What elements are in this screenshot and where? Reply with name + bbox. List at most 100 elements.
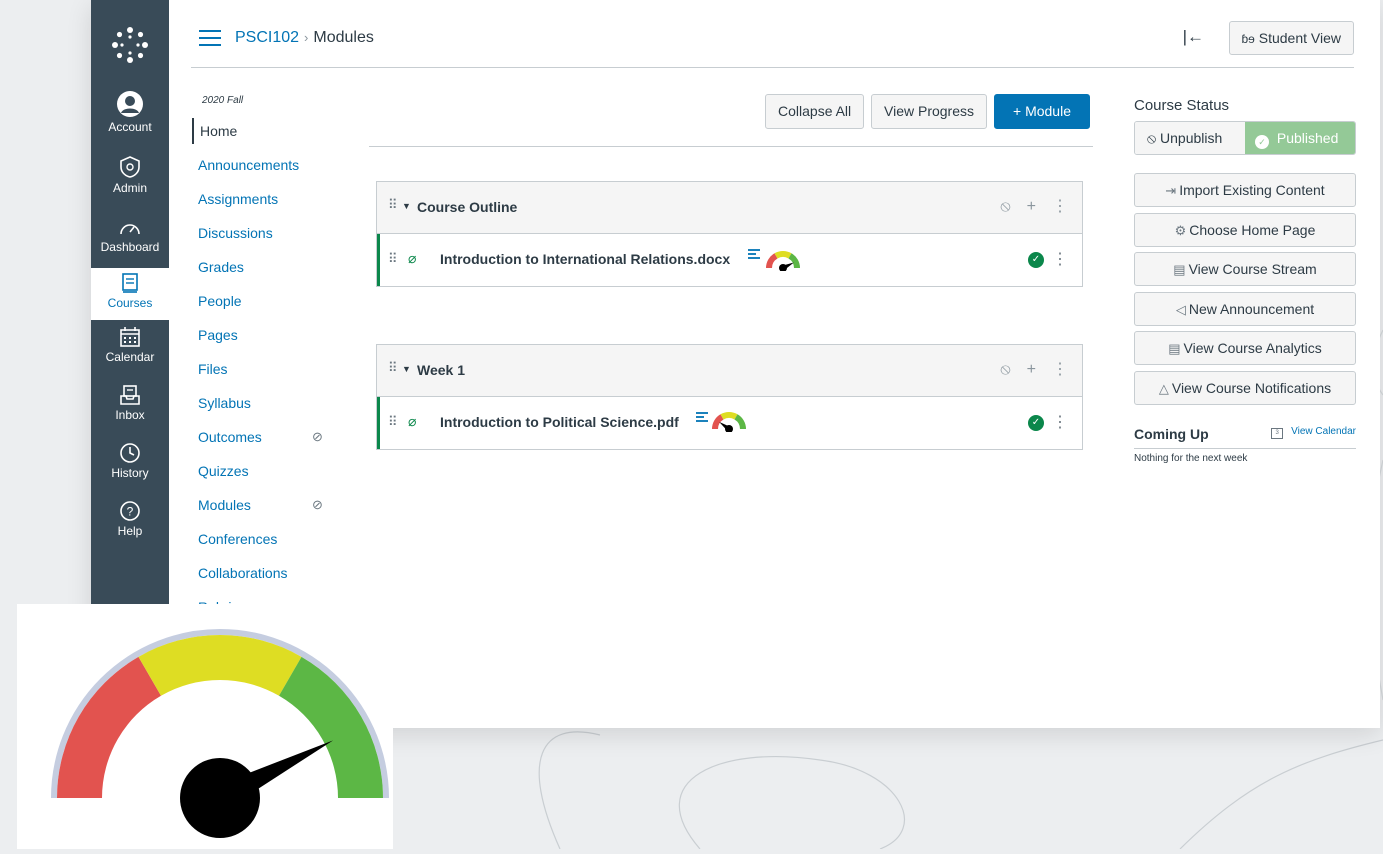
student-view-button[interactable]: ɓɘ Student View xyxy=(1228,21,1354,55)
course-nav-announcements[interactable]: Announcements xyxy=(192,152,342,186)
gauge-hub xyxy=(180,758,260,838)
breadcrumb-course-link[interactable]: PSCI102 xyxy=(235,29,299,46)
course-nav-assignments[interactable]: Assignments xyxy=(192,186,342,220)
drag-handle-icon[interactable]: ⠿ xyxy=(388,414,397,430)
course-status-heading: Course Status xyxy=(1134,97,1230,114)
calendar-icon: 3 xyxy=(1271,427,1284,439)
unpublished-icon: ⦸ xyxy=(1147,130,1157,146)
module-item[interactable]: ⠿ ⌀ Introduction to Political Science.pd… xyxy=(377,397,1082,449)
add-item-icon[interactable]: + xyxy=(1027,361,1036,378)
published-check-icon[interactable]: ✓ xyxy=(1028,252,1044,268)
calendar-icon xyxy=(120,327,140,347)
global-nav-courses[interactable]: Courses xyxy=(91,268,169,320)
global-nav-help[interactable]: ? Help xyxy=(91,500,169,550)
course-nav-grades[interactable]: Grades xyxy=(192,254,342,288)
module-item[interactable]: ⠿ ⌀ Introduction to International Relati… xyxy=(377,234,1082,286)
global-nav-dashboard[interactable]: Dashboard xyxy=(91,218,169,268)
megaphone-icon: ◁ xyxy=(1175,301,1186,317)
course-sidebar: Course Status ⦸ Unpublish ✓ Published ⇥ I… xyxy=(1134,97,1356,464)
course-nav-syllabus[interactable]: Syllabus xyxy=(192,390,342,424)
module-item-title[interactable]: Introduction to Political Science.pdf xyxy=(440,414,679,430)
module-item-title[interactable]: Introduction to International Relations.… xyxy=(440,251,730,267)
clock-icon xyxy=(120,443,140,463)
global-nav-calendar[interactable]: Calendar xyxy=(91,326,169,376)
large-gauge-icon xyxy=(51,629,389,838)
add-module-button[interactable]: + Module xyxy=(994,94,1090,129)
breadcrumb-current: Modules xyxy=(313,29,374,46)
sidebar-button-label: View Course Stream xyxy=(1188,261,1317,277)
course-nav-outcomes[interactable]: Outcomes ⊘ xyxy=(192,424,342,458)
course-nav-discussions[interactable]: Discussions xyxy=(192,220,342,254)
dashboard-icon xyxy=(120,224,140,235)
drag-handle-icon[interactable]: ⠿ xyxy=(388,251,397,267)
text-align-icon xyxy=(747,247,761,266)
view-course-notifications-button[interactable]: △ View Course Notifications xyxy=(1134,370,1356,405)
page-header: PSCI102 › Modules |← ɓɘ Student View xyxy=(191,18,1354,68)
unpublish-button[interactable]: ⦸ Unpublish xyxy=(1135,122,1245,154)
new-announcement-button[interactable]: ◁ New Announcement xyxy=(1134,291,1356,326)
unpublish-label: Unpublish xyxy=(1160,130,1223,146)
global-nav-admin[interactable]: Admin xyxy=(91,155,169,205)
collapse-caret-icon[interactable]: ▼ xyxy=(402,201,411,211)
drag-handle-icon[interactable]: ⠿ xyxy=(388,197,397,213)
sidebar-button-label: Choose Home Page xyxy=(1189,221,1316,238)
drag-handle-icon[interactable]: ⠿ xyxy=(388,360,397,376)
coming-up-header: Coming Up 3 View Calendar xyxy=(1134,419,1356,449)
course-nav-people[interactable]: People xyxy=(192,288,342,322)
global-nav-label: Dashboard xyxy=(100,240,160,254)
hamburger-menu-icon[interactable] xyxy=(199,30,221,48)
module-week-1: ⠿ ▼ Week 1 ⦸ + ⋮ ⠿ ⌀ Introduction to Polit… xyxy=(376,344,1083,450)
hidden-eye-icon: ⊘ xyxy=(312,429,323,444)
inbox-icon xyxy=(120,385,140,405)
kebab-menu-icon[interactable]: ⋮ xyxy=(1052,361,1068,378)
view-calendar-link[interactable]: 3 View Calendar xyxy=(1271,426,1356,439)
breadcrumb-separator: › xyxy=(304,30,309,45)
global-nav-label: Courses xyxy=(107,296,153,310)
course-nav-conferences[interactable]: Conferences xyxy=(192,526,342,560)
view-course-stream-button[interactable]: ▤ View Course Stream xyxy=(1134,252,1356,286)
choose-home-page-button[interactable]: ⚙ Choose Home Page xyxy=(1134,212,1356,247)
term-label: 2020 Fall xyxy=(202,95,244,106)
module-header[interactable]: ⠿ ▼ Week 1 ⦸ + ⋮ xyxy=(377,345,1082,397)
view-progress-button[interactable]: View Progress xyxy=(871,94,988,129)
kebab-menu-icon[interactable]: ⋮ xyxy=(1052,198,1068,215)
course-nav-collaborations[interactable]: Collaborations xyxy=(192,560,342,594)
global-nav-label: Admin xyxy=(112,181,147,195)
collapse-sidebar-icon[interactable]: |← xyxy=(1183,27,1204,47)
collapse-caret-icon[interactable]: ▼ xyxy=(402,364,411,374)
global-nav-inbox[interactable]: Inbox xyxy=(91,384,169,434)
course-nav: 2020 Fall Home Announcements Assignments… xyxy=(192,95,342,628)
module-actions: ⦸ + ⋮ xyxy=(984,196,1068,216)
gauge-yellow-zone xyxy=(774,251,792,259)
published-check-icon[interactable]: ✓ xyxy=(1028,415,1044,431)
publish-toggle: ⦸ Unpublish ✓ Published xyxy=(1134,121,1356,155)
published-button[interactable]: ✓ Published xyxy=(1245,122,1355,154)
course-nav-home[interactable]: Home xyxy=(192,118,342,144)
add-item-icon[interactable]: + xyxy=(1027,198,1036,215)
kebab-menu-icon[interactable]: ⋮ xyxy=(1052,412,1068,432)
global-nav-history[interactable]: History xyxy=(91,442,169,492)
check-circle-icon: ✓ xyxy=(1255,135,1269,149)
unpublished-icon[interactable]: ⦸ xyxy=(1000,361,1010,378)
canvas-logo-icon[interactable] xyxy=(109,24,151,66)
glasses-icon: ɓɘ xyxy=(1241,32,1255,46)
student-view-label: Student View xyxy=(1258,30,1341,46)
coming-up-empty-message: Nothing for the next week xyxy=(1134,452,1248,464)
svg-text:?: ? xyxy=(127,505,134,519)
kebab-menu-icon[interactable]: ⋮ xyxy=(1052,249,1068,269)
module-header[interactable]: ⠿ ▼ Course Outline ⦸ + ⋮ xyxy=(377,182,1082,234)
unpublished-icon[interactable]: ⦸ xyxy=(1000,198,1010,215)
course-nav-modules[interactable]: Modules ⊘ xyxy=(192,492,342,526)
global-nav-account[interactable]: Account xyxy=(91,90,169,142)
import-content-button[interactable]: ⇥ Import Existing Content xyxy=(1134,173,1356,207)
bell-icon: △ xyxy=(1158,380,1169,396)
small-gauge-icon xyxy=(712,412,746,432)
view-course-analytics-button[interactable]: ▤ View Course Analytics xyxy=(1134,331,1356,365)
coming-up-title: Coming Up xyxy=(1134,425,1209,442)
sidebar-button-label: Import Existing Content xyxy=(1179,182,1325,198)
gauge-yellow-zone xyxy=(720,412,738,420)
course-nav-files[interactable]: Files xyxy=(192,356,342,390)
course-nav-quizzes[interactable]: Quizzes xyxy=(192,458,342,492)
collapse-all-button[interactable]: Collapse All xyxy=(765,94,865,129)
course-nav-pages[interactable]: Pages xyxy=(192,322,342,356)
